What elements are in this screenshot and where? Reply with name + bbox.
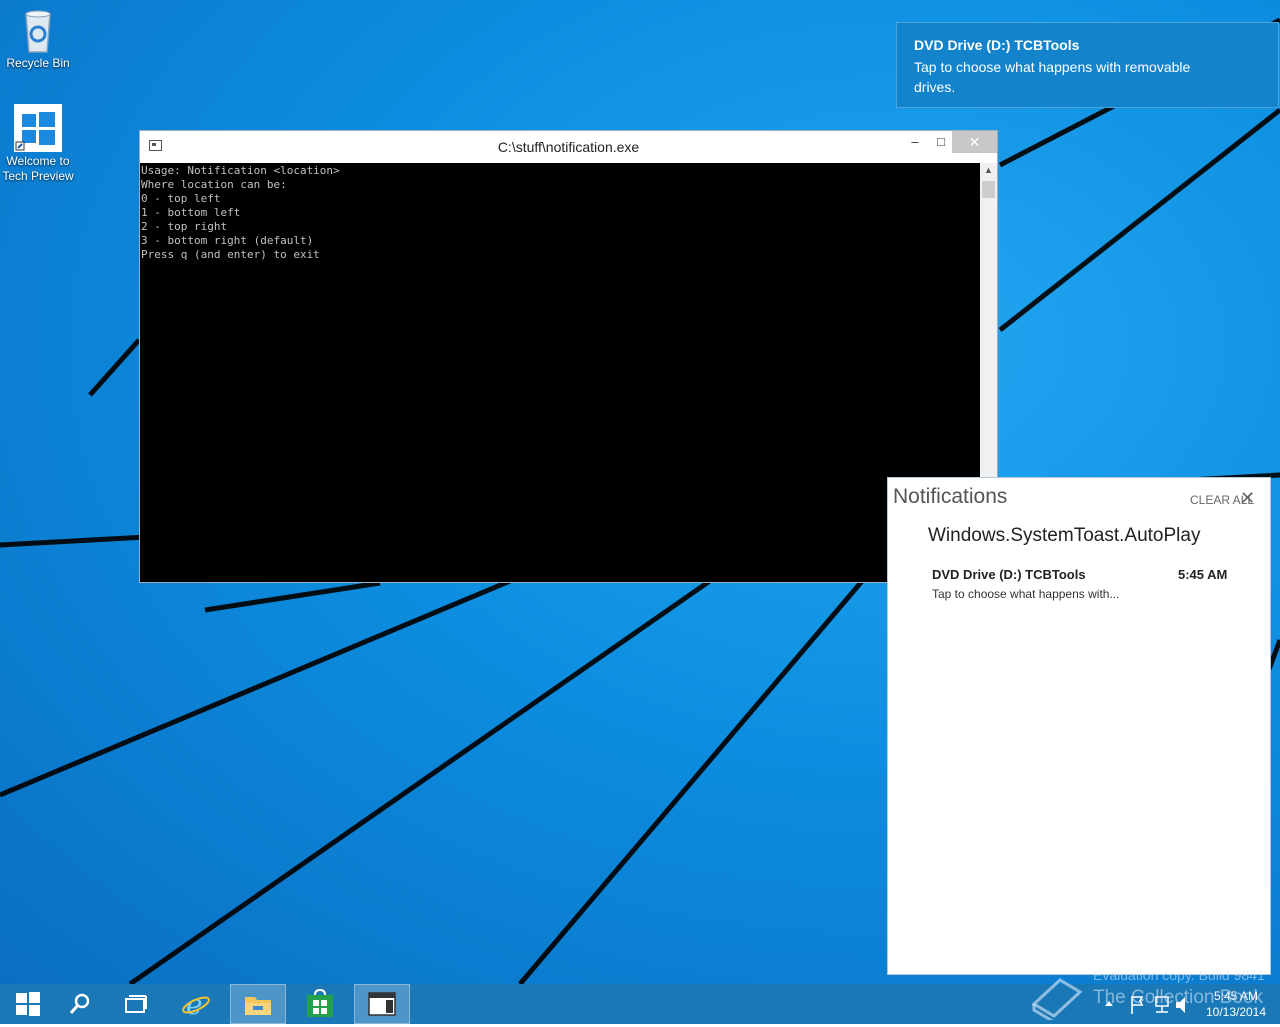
notification-item-title[interactable]: DVD Drive (D:) TCBTools [932,567,1086,582]
windows-logo-icon [14,104,62,152]
volume-icon [1176,997,1185,1013]
start-button[interactable] [0,984,56,1024]
notification-center-title: Notifications [893,485,1008,508]
console-line: 1 - bottom left [141,206,241,219]
store-icon [307,989,333,1017]
title-bar[interactable]: C:\stuff\notification.exe – □ ✕ [140,131,997,163]
notification-item-time: 5:45 AM [1178,567,1228,582]
store-button[interactable] [292,984,348,1024]
console-line: Where location can be: [141,178,287,191]
console-line: 0 - top left [141,192,221,205]
toast-title: DVD Drive (D:) TCBTools [914,37,1080,53]
taskbar: e 5:45 AM 10/13/2014 [0,984,1280,1024]
desktop-icon-welcome[interactable]: Welcome to Tech Preview [0,104,76,184]
file-explorer-button[interactable] [230,984,286,1024]
toast-notification[interactable]: DVD Drive (D:) TCBTools Tap to choose wh… [896,22,1279,108]
notification-group-header[interactable]: Windows.SystemToast.AutoPlay [928,525,1200,547]
action-center-flag-icon [1131,996,1144,1014]
scrollbar-thumb[interactable] [982,181,995,198]
internet-explorer-button[interactable]: e [168,984,224,1024]
recycle-bin-icon [14,6,62,54]
notification-center: Notifications CLEAR ALL ✕ Windows.System… [887,477,1271,975]
console-line: 2 - top right [141,220,228,233]
window-title: C:\stuff\notification.exe [497,139,640,155]
taskbar-clock[interactable]: 5:45 AM 10/13/2014 [1196,988,1276,1020]
console-line: Usage: Notification <location> [141,164,340,177]
clock-date: 10/13/2014 [1205,1005,1267,1019]
task-view-icon [125,995,147,1013]
notification-item-body[interactable]: Tap to choose what happens with... [932,587,1119,601]
windows-start-icon [16,992,40,1016]
toast-body: Tap to choose what happens with removabl… [914,59,1191,95]
search-icon [69,993,90,1014]
close-button[interactable]: ✕ [952,131,997,153]
close-icon[interactable]: ✕ [1240,488,1255,509]
show-hidden-icons-icon [1105,1001,1113,1006]
desktop-icon-label: Recycle Bin [6,56,70,70]
search-button[interactable] [52,984,108,1024]
console-window-icon [368,992,396,1016]
file-explorer-icon [245,997,271,1015]
console-window[interactable]: C:\stuff\notification.exe – □ ✕ Usage: N… [139,130,998,583]
console-line: Press q (and enter) to exit [141,248,320,261]
network-icon [1155,996,1169,1007]
console-line: 3 - bottom right (default) [141,234,314,247]
task-view-button[interactable] [108,984,164,1024]
scroll-up-arrow-icon[interactable]: ▲ [980,165,997,175]
console-output[interactable]: Usage: Notification <location> Where loca… [140,163,980,582]
desktop-icon-label: Welcome to Tech Preview [2,154,74,183]
system-tray [1100,984,1190,1024]
clock-time: 5:45 AM [1213,989,1259,1003]
console-taskbar-button[interactable] [354,984,410,1024]
desktop-icon-recycle-bin[interactable]: Recycle Bin [0,6,76,71]
internet-explorer-icon: e [182,989,210,1019]
tray-icons [1105,996,1185,1014]
